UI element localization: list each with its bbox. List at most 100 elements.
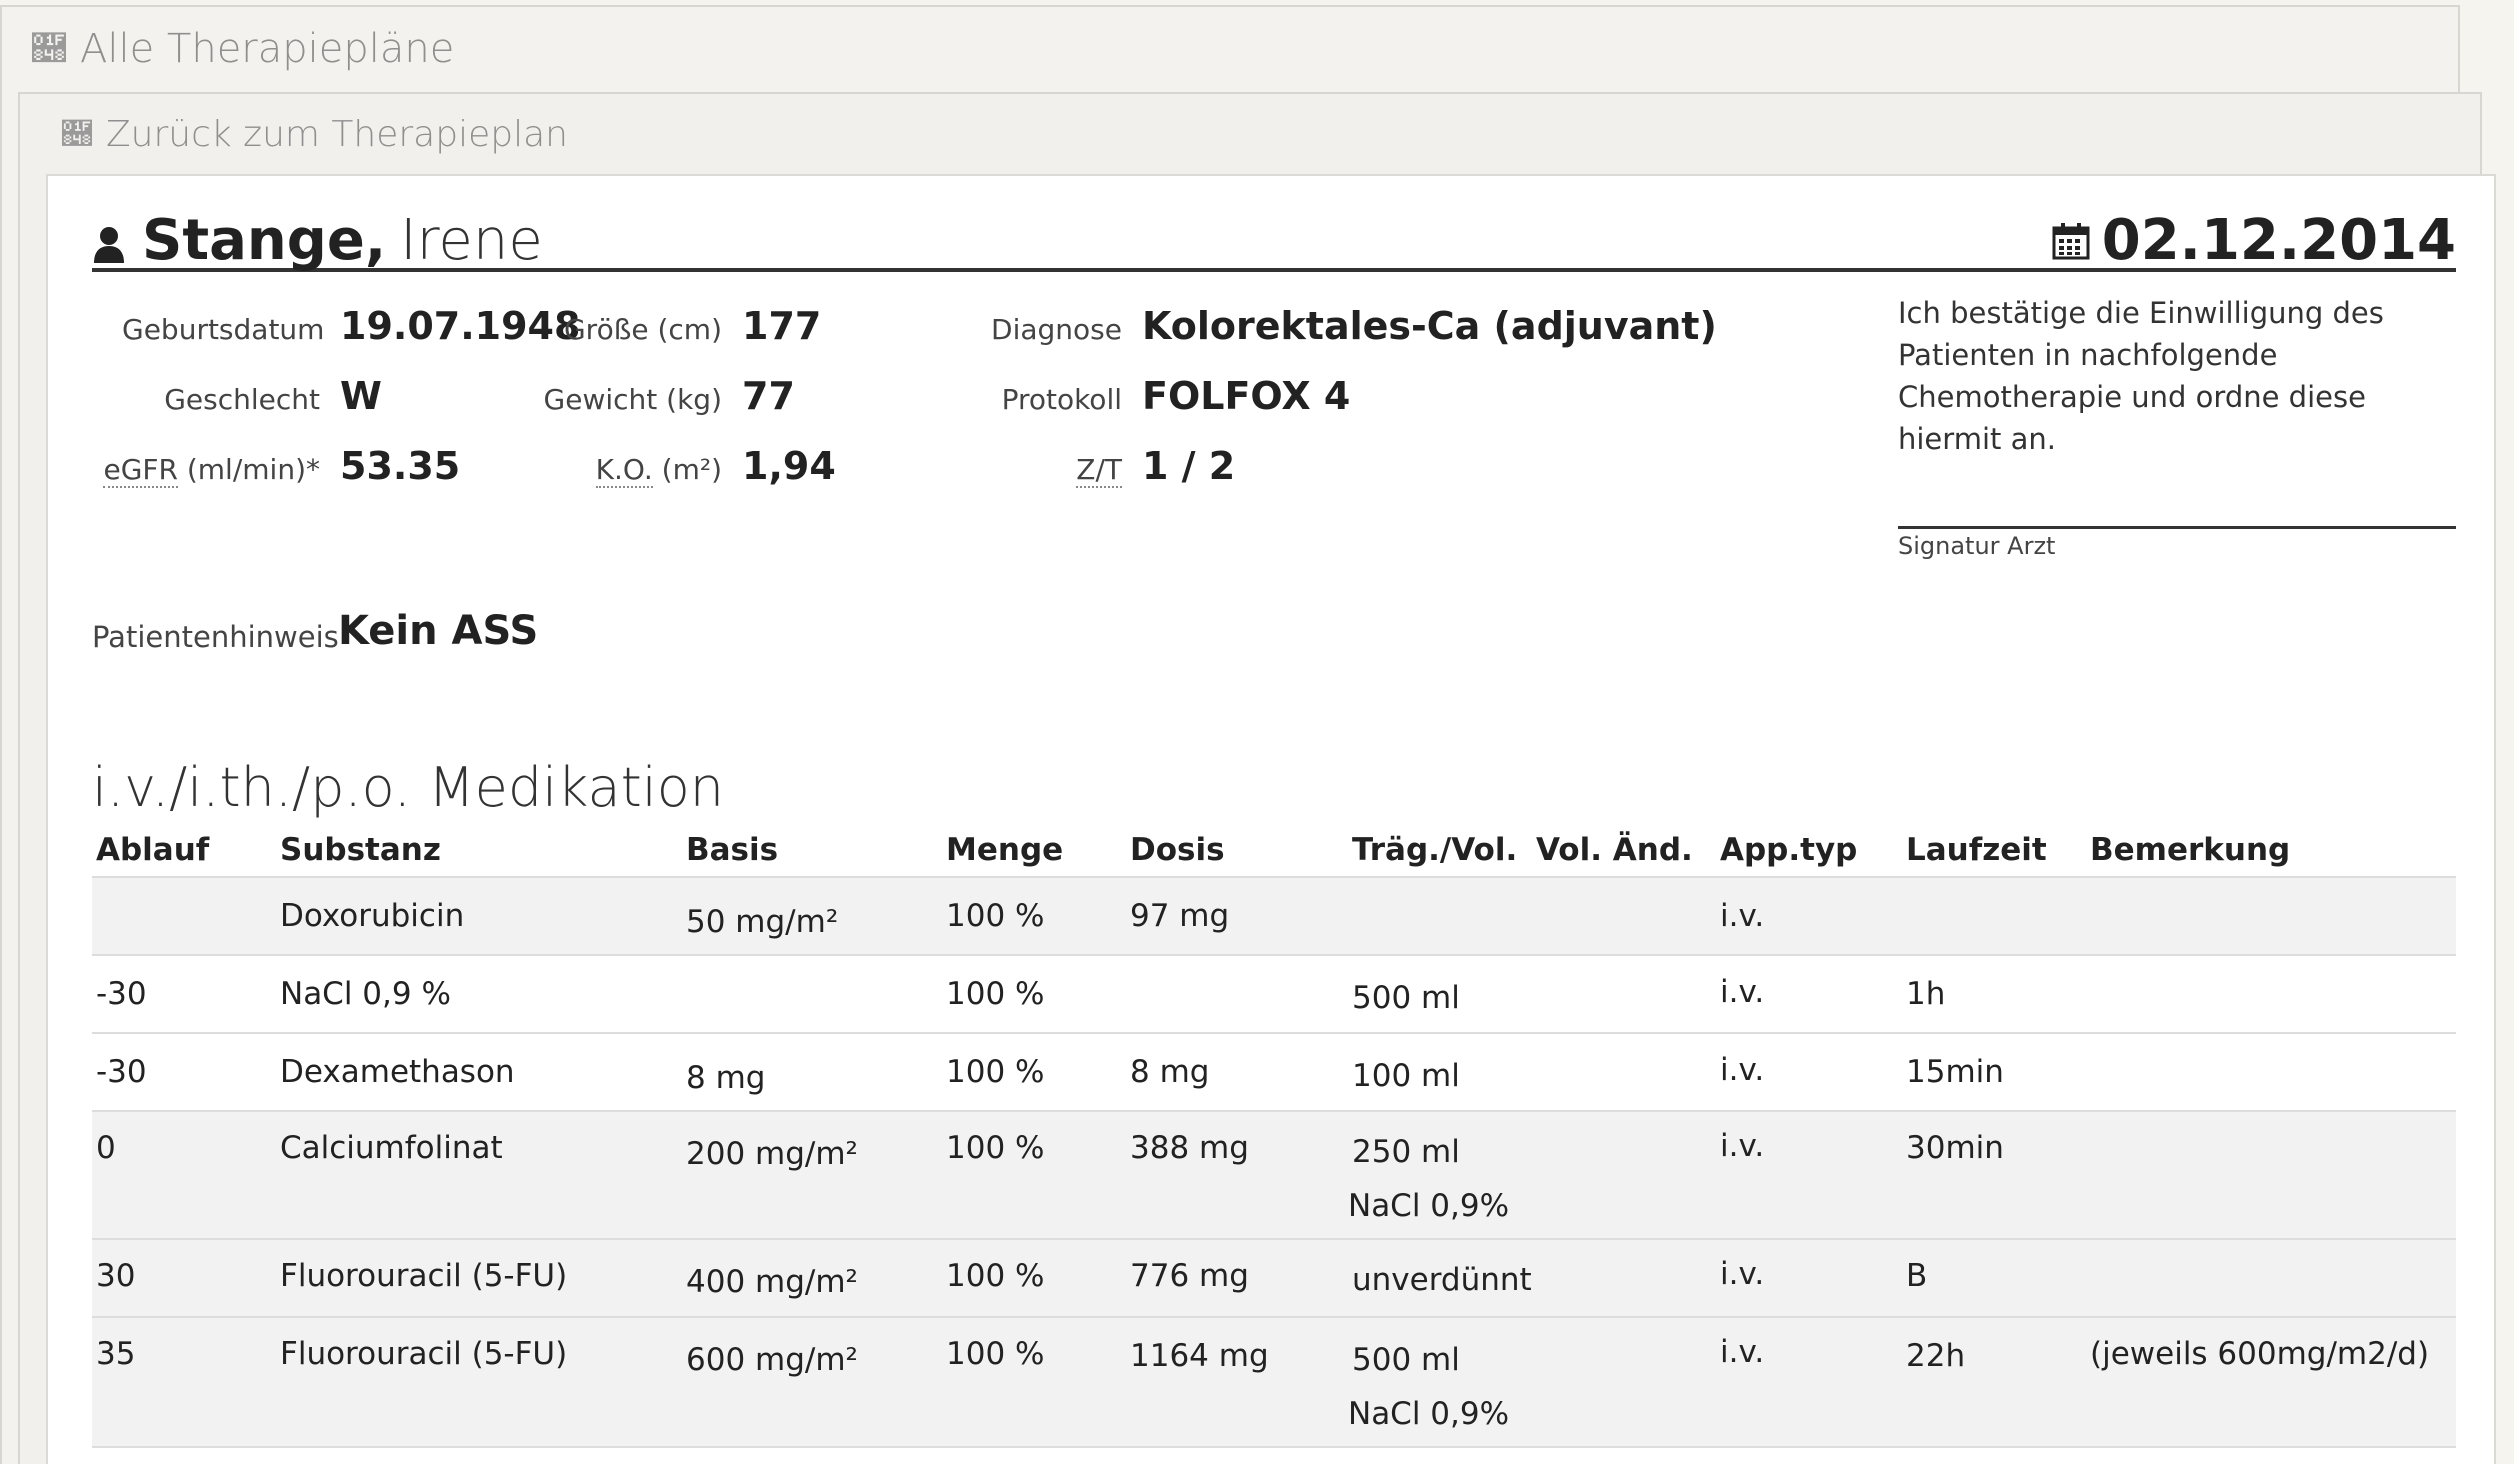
cell-dosis: 388 mg <box>1130 1130 1249 1166</box>
patient-name: Stange, Irene <box>92 208 543 273</box>
cell-traeger: unverdünnt <box>1352 1262 1532 1298</box>
sex-label: Geschlecht <box>164 383 320 416</box>
cell-ablauf: 0 <box>96 1130 116 1166</box>
weight-value: 77 <box>742 374 795 418</box>
arrow-left-icon: 🡈 <box>32 29 66 69</box>
table-row[interactable]: 0 Calciumfolinat 200 mg/m² 100 % 388 mg … <box>92 1112 2456 1240</box>
cell-apptyp: i.v. <box>1720 1256 1765 1292</box>
cell-basis: 200 mg/m² <box>686 1136 858 1172</box>
cell-traeger-solution: NaCl 0,9% <box>1348 1188 1510 1224</box>
protocol-field: Protokoll FOLFOX 4 <box>942 374 1351 418</box>
cell-substanz: Fluorouracil (5-FU) <box>280 1336 568 1372</box>
cell-dosis: 776 mg <box>1130 1258 1249 1294</box>
cycle-value: 1 / 2 <box>1142 444 1236 488</box>
table-row[interactable]: Doxorubicin 50 mg/m² 100 % 97 mg i.v. <box>92 878 2456 956</box>
egfr-field: eGFR (ml/min)* 53.35 <box>100 444 460 488</box>
cell-ablauf: -30 <box>96 1054 147 1090</box>
diagnosis-label: Diagnose <box>991 313 1122 346</box>
cell-traeger-solution: NaCl 0,9% <box>1348 1396 1510 1432</box>
plan-date: 02.12.2014 <box>2052 208 2456 273</box>
table-row[interactable]: 30 Fluorouracil (5-FU) 400 mg/m² 100 % 7… <box>92 1240 2456 1318</box>
arrow-left-icon: 🡈 <box>62 117 92 152</box>
table-row[interactable]: 35 Fluorouracil (5-FU) 600 mg/m² 100 % 1… <box>92 1318 2456 1448</box>
col-traeger-header: Träg./Vol. <box>1352 832 1518 868</box>
sex-value: W <box>340 374 382 418</box>
back-to-plan-label: Zurück zum Therapieplan <box>106 114 568 155</box>
protocol-label: Protokoll <box>1001 383 1122 416</box>
cell-menge: 100 % <box>946 1130 1045 1166</box>
col-apptyp-header: App.typ <box>1720 832 1858 868</box>
signature-line[interactable] <box>1898 526 2456 529</box>
signature-label: Signatur Arzt <box>1898 532 2056 560</box>
cell-apptyp: i.v. <box>1720 1334 1765 1370</box>
cell-substanz: Calciumfolinat <box>280 1130 503 1166</box>
cell-dosis: 97 mg <box>1130 898 1230 934</box>
cell-bemerkung: (jeweils 600mg/m2/d) <box>2090 1336 2430 1372</box>
cell-substanz: Fluorouracil (5-FU) <box>280 1258 568 1294</box>
sex-field: Geschlecht W <box>122 374 382 418</box>
body-surface-abbr: K.O. <box>595 453 653 488</box>
birthdate-field: Geburtsdatum 19.07.1948 <box>122 304 580 348</box>
cell-traeger: 500 ml <box>1352 1342 1460 1378</box>
body-surface-value: 1,94 <box>742 444 836 488</box>
cycle-field: Z/T 1 / 2 <box>942 444 1235 488</box>
diagnosis-value: Kolorektales-Ca (adjuvant) <box>1142 304 1717 348</box>
cell-laufzeit: 15min <box>1906 1054 2004 1090</box>
cell-apptyp: i.v. <box>1720 1052 1765 1088</box>
cell-substanz: Dexamethason <box>280 1054 515 1090</box>
cell-laufzeit: 1h <box>1906 976 1946 1012</box>
cell-dosis: 8 mg <box>1130 1054 1210 1090</box>
egfr-unit: (ml/min)* <box>177 453 320 486</box>
protocol-value: FOLFOX 4 <box>1142 374 1351 418</box>
birthdate-label: Geburtsdatum <box>122 313 325 346</box>
patient-first-name: Irene <box>400 208 543 273</box>
egfr-abbr: eGFR <box>103 453 178 488</box>
cell-traeger: 500 ml <box>1352 980 1460 1016</box>
cell-traeger: 250 ml <box>1352 1134 1460 1170</box>
cell-menge: 100 % <box>946 976 1045 1012</box>
cell-substanz: NaCl 0,9 % <box>280 976 451 1012</box>
cell-apptyp: i.v. <box>1720 974 1765 1010</box>
col-menge-header: Menge <box>946 832 1064 868</box>
table-row[interactable]: -30 NaCl 0,9 % 100 % 500 ml i.v. 1h <box>92 956 2456 1034</box>
cell-ablauf: -30 <box>96 976 147 1012</box>
cell-menge: 100 % <box>946 1258 1045 1294</box>
egfr-value: 53.35 <box>340 444 461 488</box>
consent-text: Ich bestätige die Einwilligung des Patie… <box>1898 296 2384 456</box>
cell-basis: 400 mg/m² <box>686 1264 858 1300</box>
cell-laufzeit: 22h <box>1906 1338 1966 1374</box>
back-to-all-plans-link[interactable]: 🡈 Alle Therapiepläne <box>32 26 454 72</box>
cell-menge: 100 % <box>946 1054 1045 1090</box>
calendar-icon <box>2052 222 2090 259</box>
cell-basis: 600 mg/m² <box>686 1342 858 1378</box>
back-to-plan-link[interactable]: 🡈 Zurück zum Therapieplan <box>62 114 568 155</box>
col-laufzeit-header: Laufzeit <box>1906 832 2047 868</box>
cycle-label: Z/T <box>942 453 1122 488</box>
col-dosis-header: Dosis <box>1130 832 1225 868</box>
col-basis-header: Basis <box>686 832 779 868</box>
cell-laufzeit: B <box>1906 1258 1928 1294</box>
cell-apptyp: i.v. <box>1720 1128 1765 1164</box>
medication-section-title: i.v./i.th./p.o. Medikation <box>92 756 725 819</box>
egfr-label: eGFR (ml/min)* <box>100 453 320 488</box>
patient-header: Stange, Irene 02.12.2014 <box>92 200 2456 273</box>
weight-label: Gewicht (kg) <box>543 383 722 416</box>
body-surface-field: K.O. (m²) 1,94 <box>530 444 836 488</box>
cycle-abbr: Z/T <box>1076 453 1122 488</box>
cell-laufzeit: 30min <box>1906 1130 2004 1166</box>
height-field: Größe (cm) 177 <box>530 304 821 348</box>
table-header: Ablauf Substanz Basis Menge Dosis Träg./… <box>92 820 2456 878</box>
back-to-all-plans-label: Alle Therapiepläne <box>80 26 455 72</box>
col-vol-aend-header: Vol. Änd. <box>1536 832 1693 868</box>
cell-dosis: 1164 mg <box>1130 1338 1269 1374</box>
cell-substanz: Doxorubicin <box>280 898 465 934</box>
cell-ablauf: 35 <box>96 1336 136 1372</box>
table-row[interactable]: -30 Dexamethason 8 mg 100 % 8 mg 100 ml … <box>92 1034 2456 1112</box>
cell-apptyp: i.v. <box>1720 898 1765 934</box>
user-icon <box>94 227 124 263</box>
col-bemerkung-header: Bemerkung <box>2090 832 2291 868</box>
cell-menge: 100 % <box>946 1336 1045 1372</box>
patient-hint-value: Kein ASS <box>338 608 539 654</box>
body-surface-unit: (m²) <box>652 453 722 486</box>
medication-table: Ablauf Substanz Basis Menge Dosis Träg./… <box>92 820 2456 1448</box>
